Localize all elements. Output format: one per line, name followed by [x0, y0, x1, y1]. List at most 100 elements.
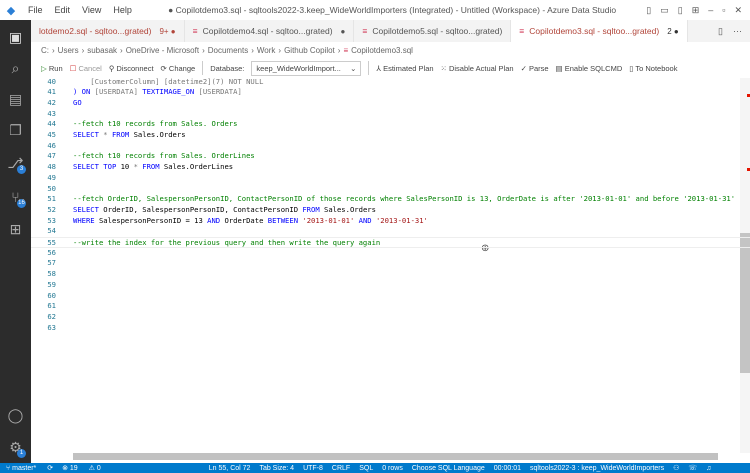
line-number: 57	[47, 258, 56, 268]
problems-status[interactable]: ⊗ 19 ⚠ 0	[62, 464, 110, 472]
tab-copilotdemo4[interactable]: ≡ Copilotdemo4.sql - sqltoo...grated) ●	[185, 20, 355, 42]
code-line[interactable]: 56	[31, 248, 750, 259]
code-token: FROM	[111, 130, 134, 139]
tab-copilotdemo5[interactable]: ≡ Copilotdemo5.sql - sqltoo...grated)	[354, 20, 512, 42]
layout-icon[interactable]: ⊞	[692, 5, 700, 16]
estimated-plan-label: Estimated Plan	[383, 63, 434, 73]
feedback-icon[interactable]: ☏	[688, 464, 697, 472]
tab-status: 2 ●	[667, 26, 679, 36]
code-line[interactable]: 62	[31, 312, 750, 323]
code-line[interactable]: 42 GO	[31, 98, 750, 109]
code-line[interactable]: 57	[31, 258, 750, 269]
minimize-button[interactable]: –	[708, 5, 713, 16]
check-icon: ✓	[520, 63, 527, 73]
warnings-count: ⚠ 0	[88, 465, 101, 472]
run-button[interactable]: ▷ Run	[41, 64, 63, 73]
notebooks-icon[interactable]: ▤	[0, 84, 31, 114]
sqlcmd-icon: ▤	[555, 63, 563, 73]
line-ending[interactable]: CRLF	[332, 465, 350, 472]
toggle-sidebar-icon[interactable]: ▯	[646, 5, 651, 16]
choose-sql-language[interactable]: Choose SQL Language	[412, 465, 485, 472]
status-bar: ⑂ master* ⟳ ⊗ 19 ⚠ 0 Ln 55, Col 72 Tab S…	[0, 463, 750, 473]
git-icon[interactable]: ⑂ 16	[0, 182, 31, 212]
code-line[interactable]: 53 WHERE SalespersonPersonID = 13 AND Ord…	[31, 216, 750, 227]
tab-size[interactable]: Tab Size: 4	[259, 465, 294, 472]
code-line[interactable]: 59	[31, 280, 750, 291]
estimated-plan-button[interactable]: ⅄ Estimated Plan	[376, 64, 433, 73]
extensions-icon[interactable]: ⊞	[0, 214, 31, 244]
code-line[interactable]: 63	[31, 323, 750, 334]
enable-sqlcmd-button[interactable]: ▤ Enable SQLCMD	[556, 64, 623, 73]
cancel-label: Cancel	[78, 63, 102, 73]
breadcrumb-item[interactable]: Users	[58, 46, 79, 55]
tab-copilotdemo2[interactable]: lotdemo2.sql - sqltoo...grated) 9+ ●	[31, 20, 185, 42]
code-line[interactable]: 61	[31, 301, 750, 312]
code-editor[interactable]: ⊕ 40 [CustomerColumn] [datetime2](7) NOT…	[31, 78, 750, 453]
code-line[interactable]: 49	[31, 173, 750, 184]
code-line[interactable]: 55 --write the index for the previous que…	[31, 237, 750, 248]
connections-icon[interactable]: ▣	[0, 22, 31, 52]
more-actions-icon[interactable]: ···	[733, 26, 742, 36]
toggle-panel-icon[interactable]: ▭	[660, 5, 669, 16]
breadcrumb-item[interactable]: Documents	[208, 46, 248, 55]
code-line[interactable]: 43	[31, 109, 750, 120]
code-line[interactable]: 54	[31, 226, 750, 237]
code-line[interactable]: 46	[31, 141, 750, 152]
parse-button[interactable]: ✓ Parse	[521, 64, 549, 73]
source-control-icon[interactable]: ⎇ 3	[0, 148, 31, 178]
people-icon[interactable]: ⚇	[673, 464, 679, 472]
code-line[interactable]: 41) ON [USERDATA] TEXTIMAGE_ON [USERDATA…	[31, 87, 750, 98]
code-line[interactable]: 40 [CustomerColumn] [datetime2](7) NOT N…	[31, 78, 750, 87]
code-line[interactable]: 58	[31, 269, 750, 280]
errors-count: ⊗ 19	[62, 465, 78, 472]
notebook-icon: ▯	[629, 63, 634, 73]
code-line[interactable]: 47 --fetch t10 records from Sales. OrderL…	[31, 151, 750, 162]
close-button[interactable]: ✕	[734, 5, 742, 16]
disable-actual-plan-button[interactable]: ⁙ Disable Actual Plan	[441, 64, 514, 73]
horizontal-scrollbar[interactable]	[73, 453, 718, 460]
search-icon[interactable]: ⌕	[0, 53, 31, 83]
code-line[interactable]: 52 SELECT OrderID, SalespersonPersonID, C…	[31, 205, 750, 216]
breadcrumb-item[interactable]: C:	[41, 46, 49, 55]
tab-label: lotdemo2.sql - sqltoo...grated)	[39, 26, 152, 36]
branch-status[interactable]: ⑂ master* ⟳	[6, 464, 53, 472]
account-icon[interactable]: ◯	[0, 400, 31, 430]
disconnect-button[interactable]: ⚲ Disconnect	[109, 64, 154, 73]
toggle-secondary-icon[interactable]: ▯	[678, 5, 683, 16]
change-connection-button[interactable]: ⟳ Change	[161, 64, 196, 73]
settings-gear-icon[interactable]: ⚙ 1	[0, 432, 31, 462]
code-line[interactable]: 60	[31, 291, 750, 302]
code-text: --fetch t10 records from Sales. Orders	[73, 119, 237, 130]
database-select[interactable]: keep_WideWorldImport... ⌄	[251, 60, 362, 76]
breadcrumb-item[interactable]: Copilotdemo3.sql	[351, 46, 413, 55]
change-label: Change	[168, 63, 196, 73]
breadcrumb-item[interactable]: OneDrive - Microsoft	[126, 46, 199, 55]
explorer-icon[interactable]: ❐	[0, 115, 31, 145]
menu-view[interactable]: View	[82, 5, 101, 15]
breadcrumb-item[interactable]: Github Copilot	[284, 46, 335, 55]
breadcrumb-item[interactable]: Work	[257, 46, 276, 55]
code-line[interactable]: 50	[31, 184, 750, 195]
menu-help[interactable]: Help	[113, 5, 132, 15]
code-token: *	[103, 130, 112, 139]
line-number: 46	[47, 140, 56, 150]
window-title: ● Copilotdemo3.sql - sqltools2022-3.keep…	[168, 5, 617, 15]
cancel-button[interactable]: ☐ Cancel	[70, 64, 102, 73]
language-mode[interactable]: SQL	[359, 465, 373, 472]
code-line[interactable]: 48 SELECT TOP 10 * FROM Sales.OrderLines	[31, 162, 750, 173]
maximize-button[interactable]: ▫	[722, 5, 725, 16]
menu-edit[interactable]: Edit	[55, 5, 71, 15]
encoding[interactable]: UTF-8	[303, 465, 323, 472]
cursor-position[interactable]: Ln 55, Col 72	[209, 465, 251, 472]
code-line[interactable]: 51 --fetch OrderID, SalespersonPersonID, …	[31, 194, 750, 205]
to-notebook-button[interactable]: ▯ To Notebook	[629, 64, 677, 73]
breadcrumb-item[interactable]: subasak	[87, 46, 117, 55]
bell-icon[interactable]: ♫	[706, 465, 711, 472]
menu-file[interactable]: File	[28, 5, 43, 15]
code-line[interactable]: 45 SELECT * FROM Sales.Orders	[31, 130, 750, 141]
connection-status[interactable]: sqltools2022-3 : keep_WideWorldImporters	[530, 465, 664, 472]
split-editor-icon[interactable]: ▯	[718, 26, 723, 37]
code-token: *	[133, 162, 143, 172]
tab-copilotdemo3[interactable]: ≡ Copilotdemo3.sql - sqltoo...grated) 2 ●	[511, 20, 688, 42]
code-line[interactable]: 44 --fetch t10 records from Sales. Orders	[31, 119, 750, 130]
